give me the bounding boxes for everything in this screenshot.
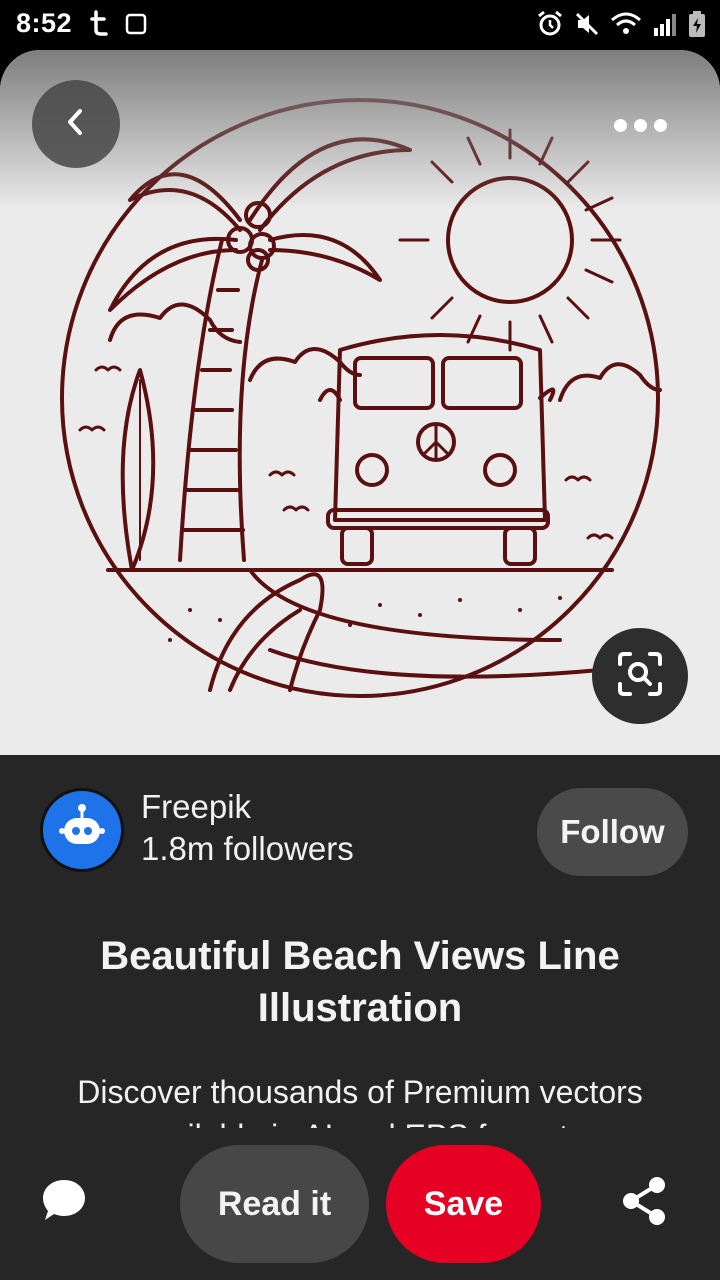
- save-button[interactable]: Save: [386, 1145, 541, 1263]
- chevron-left-icon: [64, 107, 88, 142]
- pin-title: Beautiful Beach Views Line Illustration: [100, 934, 620, 1030]
- lens-search-icon: [616, 650, 664, 703]
- more-dot: [653, 118, 667, 132]
- more-options-button[interactable]: [600, 105, 680, 145]
- visual-search-button[interactable]: [592, 628, 688, 724]
- square-icon: [125, 13, 147, 40]
- tumblr-icon: [90, 10, 108, 41]
- pin-card: Freepik 1.8m followers Follow Beautiful …: [0, 50, 720, 1280]
- creator-name[interactable]: Freepik: [141, 788, 251, 826]
- pin-description: Discover thousands of Premium vectors av…: [77, 1074, 643, 1128]
- screen: 8:52 Freepik 1.8m followers Follow Beaut…: [0, 0, 720, 1280]
- follow-button[interactable]: Follow: [537, 788, 688, 876]
- comment-bubble-icon: [40, 1176, 88, 1229]
- status-time: 8:52: [16, 8, 73, 38]
- pin-description-container: Discover thousands of Premium vectors av…: [30, 1070, 690, 1128]
- more-dot: [613, 118, 627, 132]
- pin-image[interactable]: [0, 50, 720, 755]
- battery-charging-icon: [688, 10, 706, 43]
- alarm-icon: [536, 10, 564, 43]
- creator-followers: 1.8m followers: [141, 830, 354, 867]
- status-bar: 8:52: [0, 0, 720, 50]
- creator-row: Freepik 1.8m followers Follow: [40, 788, 688, 878]
- read-it-button[interactable]: Read it: [180, 1145, 369, 1263]
- back-button[interactable]: [32, 80, 120, 168]
- signal-icon: [652, 12, 678, 41]
- comment-button[interactable]: [34, 1172, 94, 1232]
- creator-avatar[interactable]: [40, 788, 124, 872]
- status-icons: [536, 10, 706, 43]
- mute-icon: [574, 11, 600, 42]
- share-button[interactable]: [614, 1172, 674, 1234]
- share-icon: [619, 1175, 669, 1232]
- wifi-icon: [610, 11, 642, 42]
- more-dot: [633, 118, 647, 132]
- robot-logo-icon: [54, 800, 110, 861]
